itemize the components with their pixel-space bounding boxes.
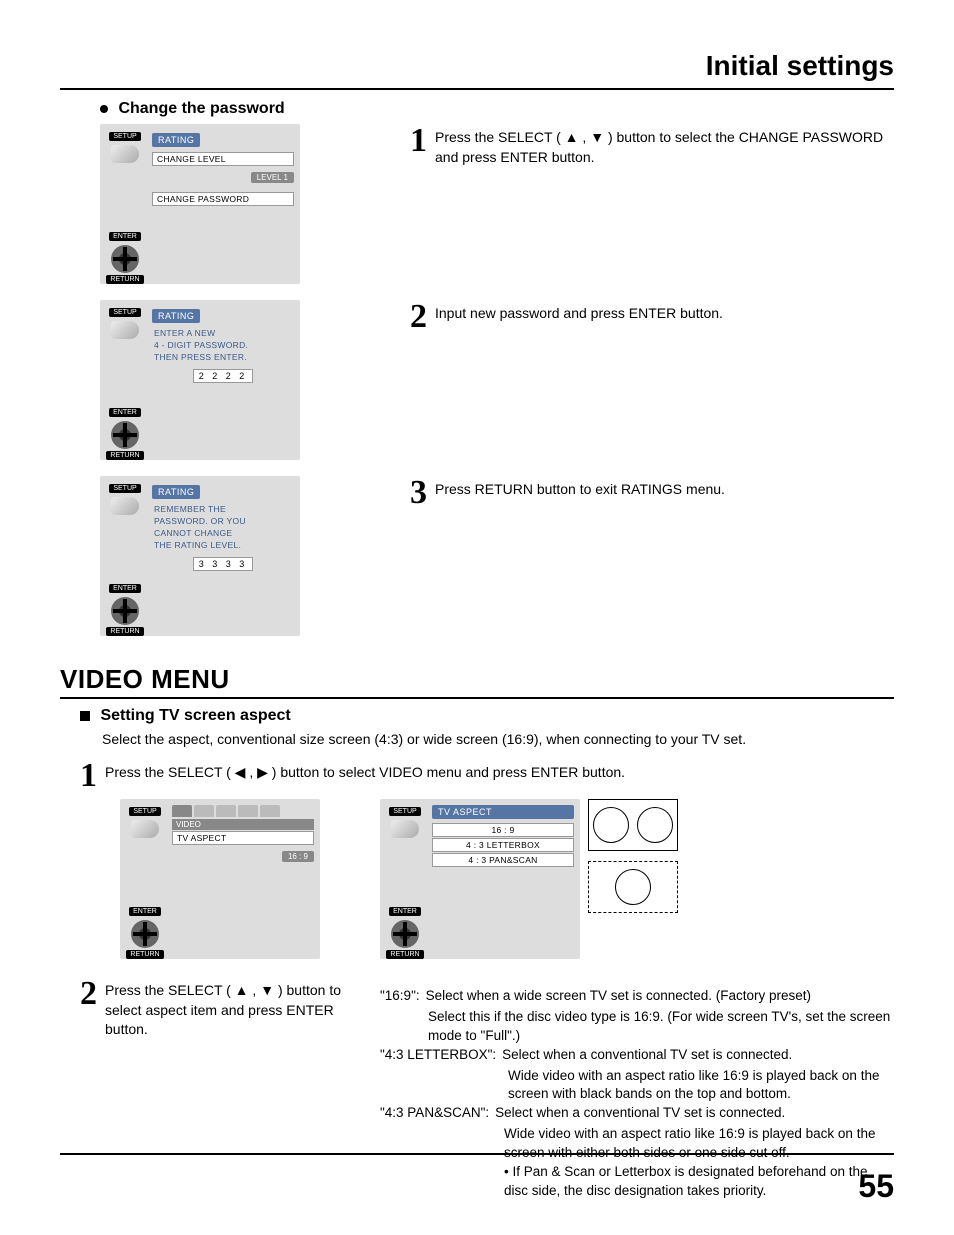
tab-icon (216, 805, 236, 817)
osd-msg: THE RATING LEVEL. (152, 539, 294, 551)
step-number: 2 (80, 977, 97, 1040)
return-label: RETURN (106, 451, 143, 460)
def-text: Wide video with an aspect ratio like 16:… (380, 1067, 894, 1105)
osd-msg: CANNOT CHANGE (152, 527, 294, 539)
def-text: Select when a wide screen TV set is conn… (420, 987, 811, 1006)
def-text: Select this if the disc video type is 16… (380, 1008, 894, 1046)
def-label: "4:3 PAN&SCAN": (380, 1104, 489, 1123)
setup-label: SETUP (109, 484, 140, 493)
def-label: "4:3 LETTERBOX": (380, 1046, 496, 1065)
subheading-text: Setting TV screen aspect (100, 707, 290, 724)
def-text: • If Pan & Scan or Letterbox is designat… (380, 1163, 894, 1201)
osd-option: 4 : 3 LETTERBOX (432, 838, 574, 852)
osd-msg: REMEMBER THE (152, 503, 294, 515)
tab-icon (194, 805, 214, 817)
dpad-icon (391, 920, 419, 948)
square-bullet-icon (80, 711, 90, 721)
osd-title: RATING (152, 133, 200, 147)
step-text: Press the SELECT ( ▲ , ▼ ) button to sel… (435, 124, 894, 167)
osd-screen-rating-1: SETUP ENTER RETURN RATING CHANGE LEVEL L… (100, 124, 300, 284)
osd-password-input: 2 2 2 2 (193, 369, 253, 383)
osd-title: RATING (152, 309, 200, 323)
aspect-diagram (588, 799, 678, 967)
video-menu-title: VIDEO MENU (60, 664, 894, 699)
osd-msg: THEN PRESS ENTER. (152, 351, 294, 363)
tab-icon (238, 805, 258, 817)
return-label: RETURN (106, 627, 143, 636)
dpad-icon (131, 920, 159, 948)
dpad-icon (111, 245, 139, 273)
osd-badge: LEVEL 1 (251, 172, 294, 183)
enter-label: ENTER (389, 907, 421, 916)
osd-password-input: 3 3 3 3 (193, 557, 253, 571)
wide-frame-icon (588, 799, 678, 851)
def-text: Wide video with an aspect ratio like 16:… (380, 1125, 894, 1163)
hand-icon (111, 321, 139, 339)
circle-icon (615, 869, 651, 905)
bullet-icon (100, 105, 108, 113)
enter-label: ENTER (129, 907, 161, 916)
step-number: 1 (410, 124, 427, 167)
video-desc: Select the aspect, conventional size scr… (102, 731, 894, 747)
enter-label: ENTER (109, 584, 141, 593)
step-text: Press the SELECT ( ▲ , ▼ ) button to sel… (105, 977, 380, 1040)
setup-label: SETUP (109, 308, 140, 317)
hand-icon (111, 497, 139, 515)
osd-tab-label: VIDEO (172, 819, 314, 830)
osd-msg: ENTER A NEW (152, 327, 294, 339)
dpad-icon (111, 597, 139, 625)
step-text: Input new password and press ENTER butto… (435, 300, 723, 334)
hand-icon (111, 145, 139, 163)
page-number: 55 (858, 1168, 894, 1205)
osd-screen-video-menu: SETUP ENTER RETURN VIDEO TV ASPECT 16 : … (120, 799, 320, 959)
osd-msg: PASSWORD. OR YOU (152, 515, 294, 527)
step-number: 2 (410, 300, 427, 334)
setup-label: SETUP (129, 807, 160, 816)
enter-label: ENTER (109, 232, 141, 241)
osd-item: TV ASPECT (172, 831, 314, 845)
step-text: Press RETURN button to exit RATINGS menu… (435, 476, 725, 510)
setup-label: SETUP (389, 807, 420, 816)
return-label: RETURN (106, 275, 143, 284)
setup-label: SETUP (109, 132, 140, 141)
osd-title: RATING (152, 485, 200, 499)
circle-icon (593, 807, 629, 843)
osd-msg: 4 - DIGIT PASSWORD. (152, 339, 294, 351)
osd-screen-rating-2: SETUP ENTER RETURN RATING ENTER A NEW 4 … (100, 300, 300, 460)
hand-icon (131, 820, 159, 838)
change-password-heading: Change the password (100, 100, 894, 118)
return-label: RETURN (126, 950, 163, 959)
def-text: Select when a conventional TV set is con… (496, 1046, 792, 1065)
osd-option: 16 : 9 (432, 823, 574, 837)
footer-rule (60, 1153, 894, 1155)
circle-icon (637, 807, 673, 843)
tab-icon (172, 805, 192, 817)
osd-value: 16 : 9 (282, 851, 314, 862)
osd-screen-rating-3: SETUP ENTER RETURN RATING REMEMBER THE P… (100, 476, 300, 636)
def-label: "16:9": (380, 987, 420, 1006)
page-header: Initial settings (60, 50, 894, 90)
osd-option: 4 : 3 PAN&SCAN (432, 853, 574, 867)
osd-item: CHANGE PASSWORD (152, 192, 294, 206)
osd-title: TV ASPECT (432, 805, 574, 819)
osd-screen-tv-aspect: SETUP ENTER RETURN TV ASPECT 16 : 9 4 : … (380, 799, 580, 959)
def-text: Select when a conventional TV set is con… (489, 1104, 785, 1123)
tab-icon (260, 805, 280, 817)
osd-item: CHANGE LEVEL (152, 152, 294, 166)
step-number: 3 (410, 476, 427, 510)
heading-text: Change the password (118, 100, 284, 117)
enter-label: ENTER (109, 408, 141, 417)
aspect-definitions: "16:9": Select when a wide screen TV set… (380, 987, 894, 1201)
hand-icon (391, 820, 419, 838)
narrow-frame-icon (588, 861, 678, 913)
step-number: 1 (80, 759, 97, 793)
step-text: Press the SELECT ( ◀ , ▶ ) button to sel… (105, 759, 625, 783)
return-label: RETURN (386, 950, 423, 959)
dpad-icon (111, 421, 139, 449)
